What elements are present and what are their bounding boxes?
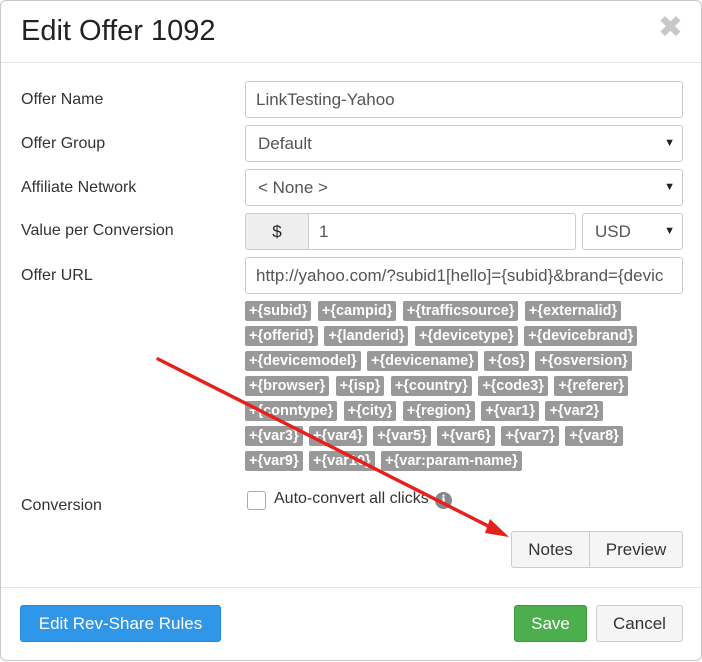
close-icon[interactable]: ✖ xyxy=(658,13,683,43)
chevron-down-icon: ▼ xyxy=(664,181,675,193)
edit-rev-share-rules-button[interactable]: Edit Rev-Share Rules xyxy=(20,605,221,642)
token-devicebrand[interactable]: +{devicebrand} xyxy=(524,326,638,346)
token-row: +{var9} +{var10} +{var:param-name} xyxy=(245,451,685,476)
token-var10[interactable]: +{var10} xyxy=(309,451,375,471)
edit-offer-dialog: Edit Offer 1092 ✖ Offer Name LinkTesting… xyxy=(0,0,702,661)
offer-url-input[interactable]: http://yahoo.com/?subid1[hello]={subid}&… xyxy=(245,257,683,294)
token-var7[interactable]: +{var7} xyxy=(501,426,559,446)
token-row: +{offerid} +{landerid} +{devicetype} +{d… xyxy=(245,326,685,351)
token-conntype[interactable]: +{conntype} xyxy=(245,401,338,421)
token-devicename[interactable]: +{devicename} xyxy=(367,351,478,371)
auto-convert-checkbox[interactable] xyxy=(247,491,266,510)
currency-symbol-addon: $ xyxy=(245,213,309,250)
affiliate-network-select[interactable]: < None > ▼ xyxy=(245,169,683,206)
token-os[interactable]: +{os} xyxy=(484,351,529,371)
token-osversion[interactable]: +{osversion} xyxy=(535,351,632,371)
value-per-conversion-label: Value per Conversion xyxy=(21,222,174,239)
token-var5[interactable]: +{var5} xyxy=(373,426,431,446)
dialog-header: Edit Offer 1092 ✖ xyxy=(1,1,701,63)
offer-group-value: Default xyxy=(258,134,312,153)
token-browser[interactable]: +{browser} xyxy=(245,376,330,396)
token-row: +{var3} +{var4} +{var5} +{var6} +{var7} … xyxy=(245,426,685,451)
token-country[interactable]: +{country} xyxy=(390,376,472,396)
affiliate-network-label: Affiliate Network xyxy=(21,179,137,196)
token-row: +{devicemodel} +{devicename} +{os} +{osv… xyxy=(245,351,685,376)
token-var2[interactable]: +{var2} xyxy=(545,401,604,421)
token-var3[interactable]: +{var3} xyxy=(245,426,303,446)
token-devicetype[interactable]: +{devicetype} xyxy=(414,326,518,346)
url-token-list: +{subid} +{campid} +{trafficsource} +{ex… xyxy=(245,301,685,476)
token-isp[interactable]: +{isp} xyxy=(335,376,385,396)
token-trafficsource[interactable]: +{trafficsource} xyxy=(402,301,519,321)
value-per-conversion-input[interactable]: 1 xyxy=(308,213,576,250)
currency-value: USD xyxy=(595,222,631,241)
token-var-param-name[interactable]: +{var:param-name} xyxy=(381,451,522,471)
token-city[interactable]: +{city} xyxy=(343,401,397,421)
token-var6[interactable]: +{var6} xyxy=(437,426,495,446)
offer-name-label: Offer Name xyxy=(21,91,104,108)
chevron-down-icon: ▼ xyxy=(664,137,675,149)
currency-select[interactable]: USD ▼ xyxy=(582,213,683,250)
token-code3[interactable]: +{code3} xyxy=(478,376,548,396)
chevron-down-icon: ▼ xyxy=(664,225,675,237)
token-var1[interactable]: +{var1} xyxy=(481,401,539,421)
token-row: +{subid} +{campid} +{trafficsource} +{ex… xyxy=(245,301,685,326)
token-row: +{browser} +{isp} +{country} +{code3} +{… xyxy=(245,376,685,401)
info-icon[interactable]: i xyxy=(435,492,452,509)
token-offerid[interactable]: +{offerid} xyxy=(245,326,318,346)
token-region[interactable]: +{region} xyxy=(402,401,475,421)
token-campid[interactable]: +{campid} xyxy=(317,301,397,321)
affiliate-network-value: < None > xyxy=(258,178,328,197)
offer-group-select[interactable]: Default ▼ xyxy=(245,125,683,162)
token-landerid[interactable]: +{landerid} xyxy=(324,326,409,346)
token-referer[interactable]: +{referer} xyxy=(554,376,629,396)
token-var9[interactable]: +{var9} xyxy=(245,451,303,471)
conversion-label: Conversion xyxy=(21,497,102,514)
cancel-button[interactable]: Cancel xyxy=(596,605,683,642)
token-row: +{conntype} +{city} +{region} +{var1} +{… xyxy=(245,401,685,426)
auto-convert-label[interactable]: Auto-convert all clicks xyxy=(274,490,429,508)
token-externalid[interactable]: +{externalid} xyxy=(524,301,622,321)
token-devicemodel[interactable]: +{devicemodel} xyxy=(245,351,361,371)
token-var8[interactable]: +{var8} xyxy=(565,426,623,446)
dialog-title: Edit Offer 1092 xyxy=(21,15,216,47)
preview-button[interactable]: Preview xyxy=(589,531,683,568)
notes-button[interactable]: Notes xyxy=(511,531,590,568)
offer-group-label: Offer Group xyxy=(21,135,106,152)
save-button[interactable]: Save xyxy=(514,605,587,642)
token-subid[interactable]: +{subid} xyxy=(245,301,312,321)
offer-url-label: Offer URL xyxy=(21,267,93,284)
offer-name-input[interactable]: LinkTesting-Yahoo xyxy=(245,81,683,118)
token-var4[interactable]: +{var4} xyxy=(309,426,367,446)
